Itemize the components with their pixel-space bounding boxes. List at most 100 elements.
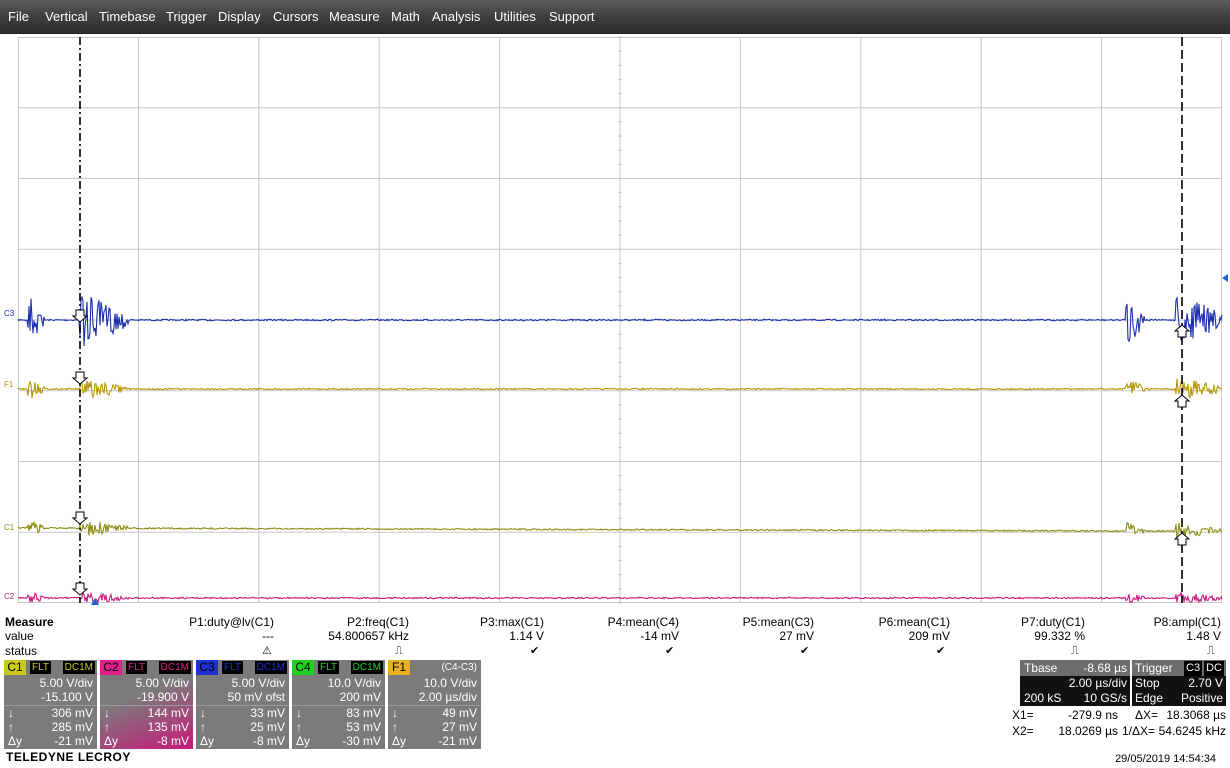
- down-arrow-icon: ↓: [8, 706, 14, 720]
- channel-scale: 10.0 V/div: [423, 676, 477, 690]
- trigger-slope: Positive: [1180, 691, 1223, 705]
- menu-file[interactable]: File: [8, 9, 29, 24]
- up-arrow-icon: ↑: [200, 720, 206, 734]
- cursor-up-arrow-icon: [1173, 324, 1191, 338]
- channel-id: C3: [196, 660, 218, 675]
- delta-y-icon: Δy: [8, 734, 23, 748]
- measure-param-name: P5:mean(C3): [742, 615, 814, 629]
- measure-param-value: 27 mV: [779, 629, 814, 643]
- channel-cursor-down: 49 mV: [442, 706, 477, 720]
- measure-param-name: P3:max(C1): [479, 615, 544, 629]
- measure-param-name: P8:ampl(C1): [1153, 615, 1221, 629]
- channel-id: F1: [388, 660, 410, 675]
- cursor-readout: X1= -279.9 ns ΔX= 18.3068 µs X2= 18.0269…: [1012, 707, 1230, 741]
- channel-offset: 50 mV ofst: [227, 690, 285, 704]
- timestamp: 29/05/2019 14:54:34: [1115, 753, 1216, 765]
- waveform-grid[interactable]: [17, 36, 1228, 605]
- menu-measure[interactable]: Measure: [329, 9, 380, 24]
- trace-label-f1: F1: [4, 380, 14, 389]
- trigger-mode: Stop: [1135, 676, 1160, 690]
- measure-param-value: ---: [262, 629, 274, 643]
- channel-cursor-up: 135 mV: [147, 720, 189, 734]
- menu-analysis[interactable]: Analysis: [432, 9, 480, 24]
- delta-y-icon: Δy: [200, 734, 215, 748]
- measure-param-value: 99.332 %: [1034, 629, 1085, 643]
- measure-param-name: P7:duty(C1): [1020, 615, 1085, 629]
- measure-param-value: 54.800657 kHz: [328, 629, 409, 643]
- down-arrow-icon: ↓: [104, 706, 110, 720]
- channel-cursor-down: 306 mV: [51, 706, 93, 720]
- inv-dx-value: 54.6245 kHz: [1158, 724, 1226, 738]
- channel-cursor-down: 83 mV: [346, 706, 381, 720]
- channel-delta-y: -30 mV: [342, 734, 381, 748]
- menu-math[interactable]: Math: [391, 9, 420, 24]
- channel-offset: 2.00 µs/div: [418, 690, 477, 704]
- measure-param-value: -14 mV: [640, 629, 679, 643]
- x2-value: 18.0269 µs: [1058, 724, 1118, 738]
- tbase-rate: 10 GS/s: [1083, 691, 1127, 705]
- tbase-label: Tbase: [1024, 661, 1058, 675]
- menu-vertical[interactable]: Vertical: [45, 9, 88, 24]
- channel-box-f1[interactable]: F1 (C4-C3) 10.0 V/div 2.00 µs/div ↓ 49 mV ↑ 27 …: [388, 660, 481, 749]
- channel-header: C3 FLT DC1M: [196, 660, 289, 675]
- channel-id: C1: [4, 660, 26, 675]
- trace-label-c3: C3: [4, 309, 15, 318]
- x1-value: -279.9 ns: [1067, 708, 1118, 722]
- menu-utilities[interactable]: Utilities: [494, 9, 536, 24]
- cursor-down-arrow-icon: [71, 582, 89, 596]
- trigger-label: Trigger: [1135, 661, 1173, 675]
- channel-cursor-down: 144 mV: [147, 706, 189, 720]
- up-arrow-icon: ↑: [392, 720, 398, 734]
- channel-header: C4 FLT DC1M: [292, 660, 385, 675]
- channel-scale: 5.00 V/div: [231, 676, 285, 690]
- measure-status-icon: ⎍: [1071, 645, 1079, 657]
- channel-delta-y: -8 mV: [252, 734, 285, 748]
- measure-table: Measure value status P1:duty@lv(C1) --- ⚠ P…: [0, 612, 1230, 660]
- trigger-coupling: DC: [1204, 661, 1224, 676]
- delta-y-icon: Δy: [296, 734, 311, 748]
- channel-scale: 5.00 V/div: [135, 676, 189, 690]
- tbase-div: 2.00 µs/div: [1068, 676, 1127, 690]
- trace-label-c1: C1: [4, 523, 15, 532]
- channel-cursor-down: 33 mV: [250, 706, 285, 720]
- measure-status-icon: ⎍: [395, 645, 403, 657]
- channel-delta-y: -8 mV: [156, 734, 189, 748]
- brand-logo: TELEDYNE LECROY: [6, 750, 131, 764]
- channel-header: C1 FLT DC1M: [4, 660, 97, 675]
- trigger-level: 2.70 V: [1188, 676, 1223, 690]
- down-arrow-icon: ↓: [296, 706, 302, 720]
- channel-filter-tag: FLT: [126, 661, 148, 674]
- channel-header: C2 FLT DC1M: [100, 660, 193, 675]
- trigger-box[interactable]: Trigger C3 DC Stop 2.70 V Edge Positive: [1132, 660, 1226, 706]
- measure-param-name: P1:duty@lv(C1): [189, 615, 274, 629]
- up-arrow-icon: ↑: [8, 720, 14, 734]
- cursor-down-arrow-icon: [71, 511, 89, 525]
- delta-y-icon: Δy: [392, 734, 407, 748]
- delta-y-icon: Δy: [104, 734, 119, 748]
- menu-display[interactable]: Display: [218, 9, 261, 24]
- channel-box-c3[interactable]: C3 FLT DC1M 5.00 V/div 50 mV ofst ↓ 33 mV ↑ 25 m…: [196, 660, 289, 749]
- channel-box-c2[interactable]: C2 FLT DC1M 5.00 V/div -19.900 V ↓ 144 mV ↑ 135 …: [100, 660, 193, 749]
- menu-timebase[interactable]: Timebase: [99, 9, 156, 24]
- channel-id: C4: [292, 660, 314, 675]
- channel-filter-tag: FLT: [30, 661, 52, 674]
- channel-box-c4[interactable]: C4 FLT DC1M 10.0 V/div 200 mV ↓ 83 mV ↑ 53 mV Δy -…: [292, 660, 385, 749]
- trigger-type: Edge: [1135, 691, 1164, 705]
- channel-coupling-tag: DC1M: [62, 661, 95, 674]
- measure-status-icon: ✔: [936, 645, 946, 657]
- channel-scale: 5.00 V/div: [39, 676, 93, 690]
- tbase-delay: -8.68 µs: [1083, 661, 1127, 675]
- dx-label: ΔX=: [1135, 708, 1159, 722]
- up-arrow-icon: ↑: [296, 720, 302, 734]
- timebase-box[interactable]: Tbase -8.68 µs 2.00 µs/div 200 kS 10 GS/…: [1020, 660, 1130, 706]
- menu-cursors[interactable]: Cursors: [273, 9, 319, 24]
- menu-support[interactable]: Support: [549, 9, 595, 24]
- channel-box-c1[interactable]: C1 FLT DC1M 5.00 V/div -15.100 V ↓ 306 mV ↑ 285 …: [4, 660, 97, 749]
- channel-cursor-up: 53 mV: [346, 720, 381, 734]
- menu-trigger[interactable]: Trigger: [166, 9, 207, 24]
- channel-coupling-tag: (C4-C3): [441, 662, 477, 673]
- trigger-level-icon: [1222, 274, 1228, 282]
- measure-row-value-label: value: [5, 629, 34, 643]
- down-arrow-icon: ↓: [200, 706, 206, 720]
- measure-status-icon: ✔: [665, 645, 675, 657]
